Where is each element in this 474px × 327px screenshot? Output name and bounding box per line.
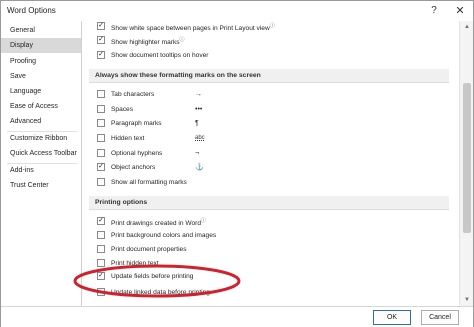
ok-button[interactable]: OK	[373, 310, 411, 325]
option-label: Paragraph marks	[111, 120, 162, 127]
option-label: Show white space between pages in Print …	[111, 23, 275, 33]
checkbox[interactable]	[97, 231, 105, 239]
sidebar-nav: General Display Proofing Save Language E…	[1, 21, 82, 306]
anchor-icon: ⚓	[195, 164, 204, 171]
checkbox[interactable]	[97, 178, 105, 186]
option-label: Print document properties	[111, 246, 187, 253]
option-label: Show document tooltips on hover	[111, 52, 209, 59]
checkbox[interactable]	[97, 105, 105, 113]
option-label: Show all formatting marks	[111, 179, 187, 186]
checkbox[interactable]: ✓	[97, 22, 105, 30]
checkbox[interactable]: ✓	[97, 36, 105, 44]
cancel-button[interactable]: Cancel	[421, 310, 459, 325]
option-label: Hidden text	[111, 135, 145, 142]
title-bar: Word Options ? ✕	[1, 1, 473, 21]
option-label: Optional hyphens	[111, 150, 163, 157]
option-label: Print drawings created in Wordⓘ	[111, 218, 207, 228]
space-mark-icon: •••	[195, 106, 203, 113]
sidebar-item-general[interactable]: General	[1, 23, 81, 38]
sidebar-item-advanced[interactable]: Advanced	[1, 114, 81, 129]
checkbox[interactable]: ✓	[97, 217, 105, 225]
sidebar-item-language[interactable]: Language	[1, 84, 81, 99]
sidebar-item-display[interactable]: Display	[1, 38, 81, 53]
sidebar-item-quick-access-toolbar[interactable]: Quick Access Toolbar	[1, 146, 81, 161]
checkbox[interactable]	[97, 149, 105, 157]
scroll-up-icon[interactable]: ▲	[460, 21, 474, 33]
highlight-ellipse	[73, 264, 241, 298]
checkbox[interactable]	[97, 90, 105, 98]
info-icon: ⓘ	[201, 218, 207, 224]
info-icon: ⓘ	[179, 37, 185, 43]
scroll-down-icon[interactable]: ▼	[460, 294, 474, 306]
option-label: Show highlighter marksⓘ	[111, 37, 185, 47]
option-label: Spaces	[111, 106, 133, 113]
section-header-formatting-marks: Always show these formatting marks on th…	[89, 69, 449, 83]
option-label: Tab characters	[111, 91, 155, 98]
close-button[interactable]: ✕	[451, 3, 469, 19]
sidebar-item-customize-ribbon[interactable]: Customize Ribbon	[1, 131, 81, 146]
sidebar-item-ease-of-access[interactable]: Ease of Access	[1, 99, 81, 114]
checkbox[interactable]	[97, 245, 105, 253]
info-icon: ⓘ	[269, 23, 275, 29]
checkbox[interactable]	[97, 119, 105, 127]
section-header-printing-options: Printing options	[89, 196, 449, 210]
checkbox[interactable]: ✓	[97, 163, 105, 171]
optional-hyphen-icon: ¬	[195, 150, 200, 157]
scroll-thumb[interactable]	[463, 83, 471, 233]
sidebar-item-proofing[interactable]: Proofing	[1, 54, 81, 69]
sidebar-item-add-ins[interactable]: Add-ins	[1, 163, 81, 178]
option-label: Object anchors	[111, 164, 156, 171]
checkbox[interactable]: ✓	[97, 51, 105, 59]
sidebar-item-save[interactable]: Save	[1, 69, 81, 84]
pilcrow-icon: ¶	[195, 120, 199, 127]
sidebar-item-trust-center[interactable]: Trust Center	[1, 178, 81, 193]
vertical-scrollbar[interactable]: ▲ ▼	[459, 21, 473, 306]
hidden-text-mark-icon: abc	[195, 135, 205, 141]
dialog-footer: OK Cancel	[1, 306, 473, 327]
option-label: Print background colors and images	[111, 232, 217, 239]
help-button[interactable]: ?	[425, 3, 443, 19]
dialog-title: Word Options	[7, 6, 56, 15]
word-options-dialog: Word Options ? ✕ General Display Proofin…	[0, 0, 474, 327]
checkbox[interactable]	[97, 134, 105, 142]
tab-mark-icon: →	[195, 91, 202, 98]
